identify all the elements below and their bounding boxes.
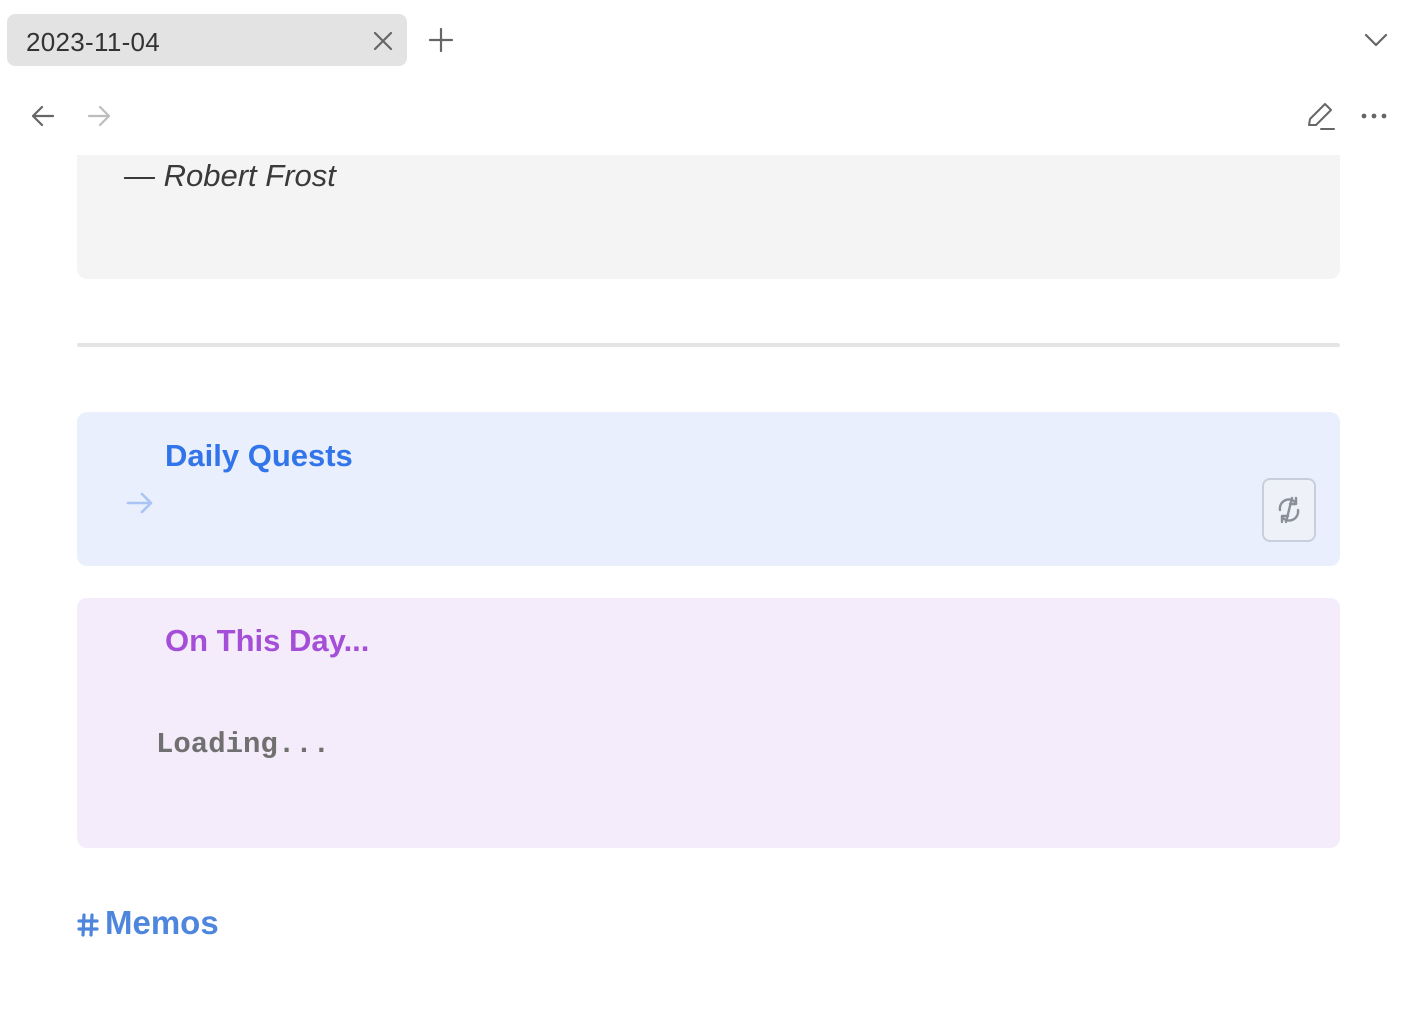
- daily-quests-title: Daily Quests: [165, 438, 353, 473]
- more-horizontal-icon[interactable]: [1358, 104, 1390, 128]
- navigation-bar: [0, 90, 1416, 146]
- on-this-day-title: On This Day...: [165, 623, 370, 658]
- daily-quests-callout: Daily Quests: [77, 412, 1340, 566]
- plus-icon[interactable]: [427, 26, 455, 54]
- arrow-right-icon[interactable]: [125, 490, 155, 516]
- chevron-down-icon[interactable]: [1362, 28, 1390, 52]
- refresh-button[interactable]: [1262, 478, 1316, 542]
- close-icon[interactable]: [371, 29, 395, 53]
- arrow-left-icon[interactable]: [29, 102, 57, 130]
- arrow-right-icon[interactable]: [85, 102, 113, 130]
- quote-callout: — Robert Frost: [77, 155, 1340, 279]
- tab-bar: 2023-11-04: [0, 0, 1416, 80]
- pencil-icon[interactable]: [1303, 99, 1337, 133]
- memos-heading[interactable]: Memos: [77, 903, 219, 943]
- horizontal-rule: [77, 343, 1340, 347]
- tab-title: 2023-11-04: [26, 27, 161, 57]
- note-content: — Robert Frost Daily Quests On This Day.…: [0, 155, 1416, 1026]
- loading-text: Loading...: [156, 728, 331, 761]
- refresh-icon: [1278, 496, 1300, 524]
- memos-label: Memos: [105, 904, 219, 941]
- tab-2023-11-04[interactable]: 2023-11-04: [7, 14, 407, 66]
- on-this-day-callout: On This Day... Loading...: [77, 598, 1340, 848]
- quote-author: — Robert Frost: [124, 158, 336, 193]
- hash-icon: [77, 913, 99, 937]
